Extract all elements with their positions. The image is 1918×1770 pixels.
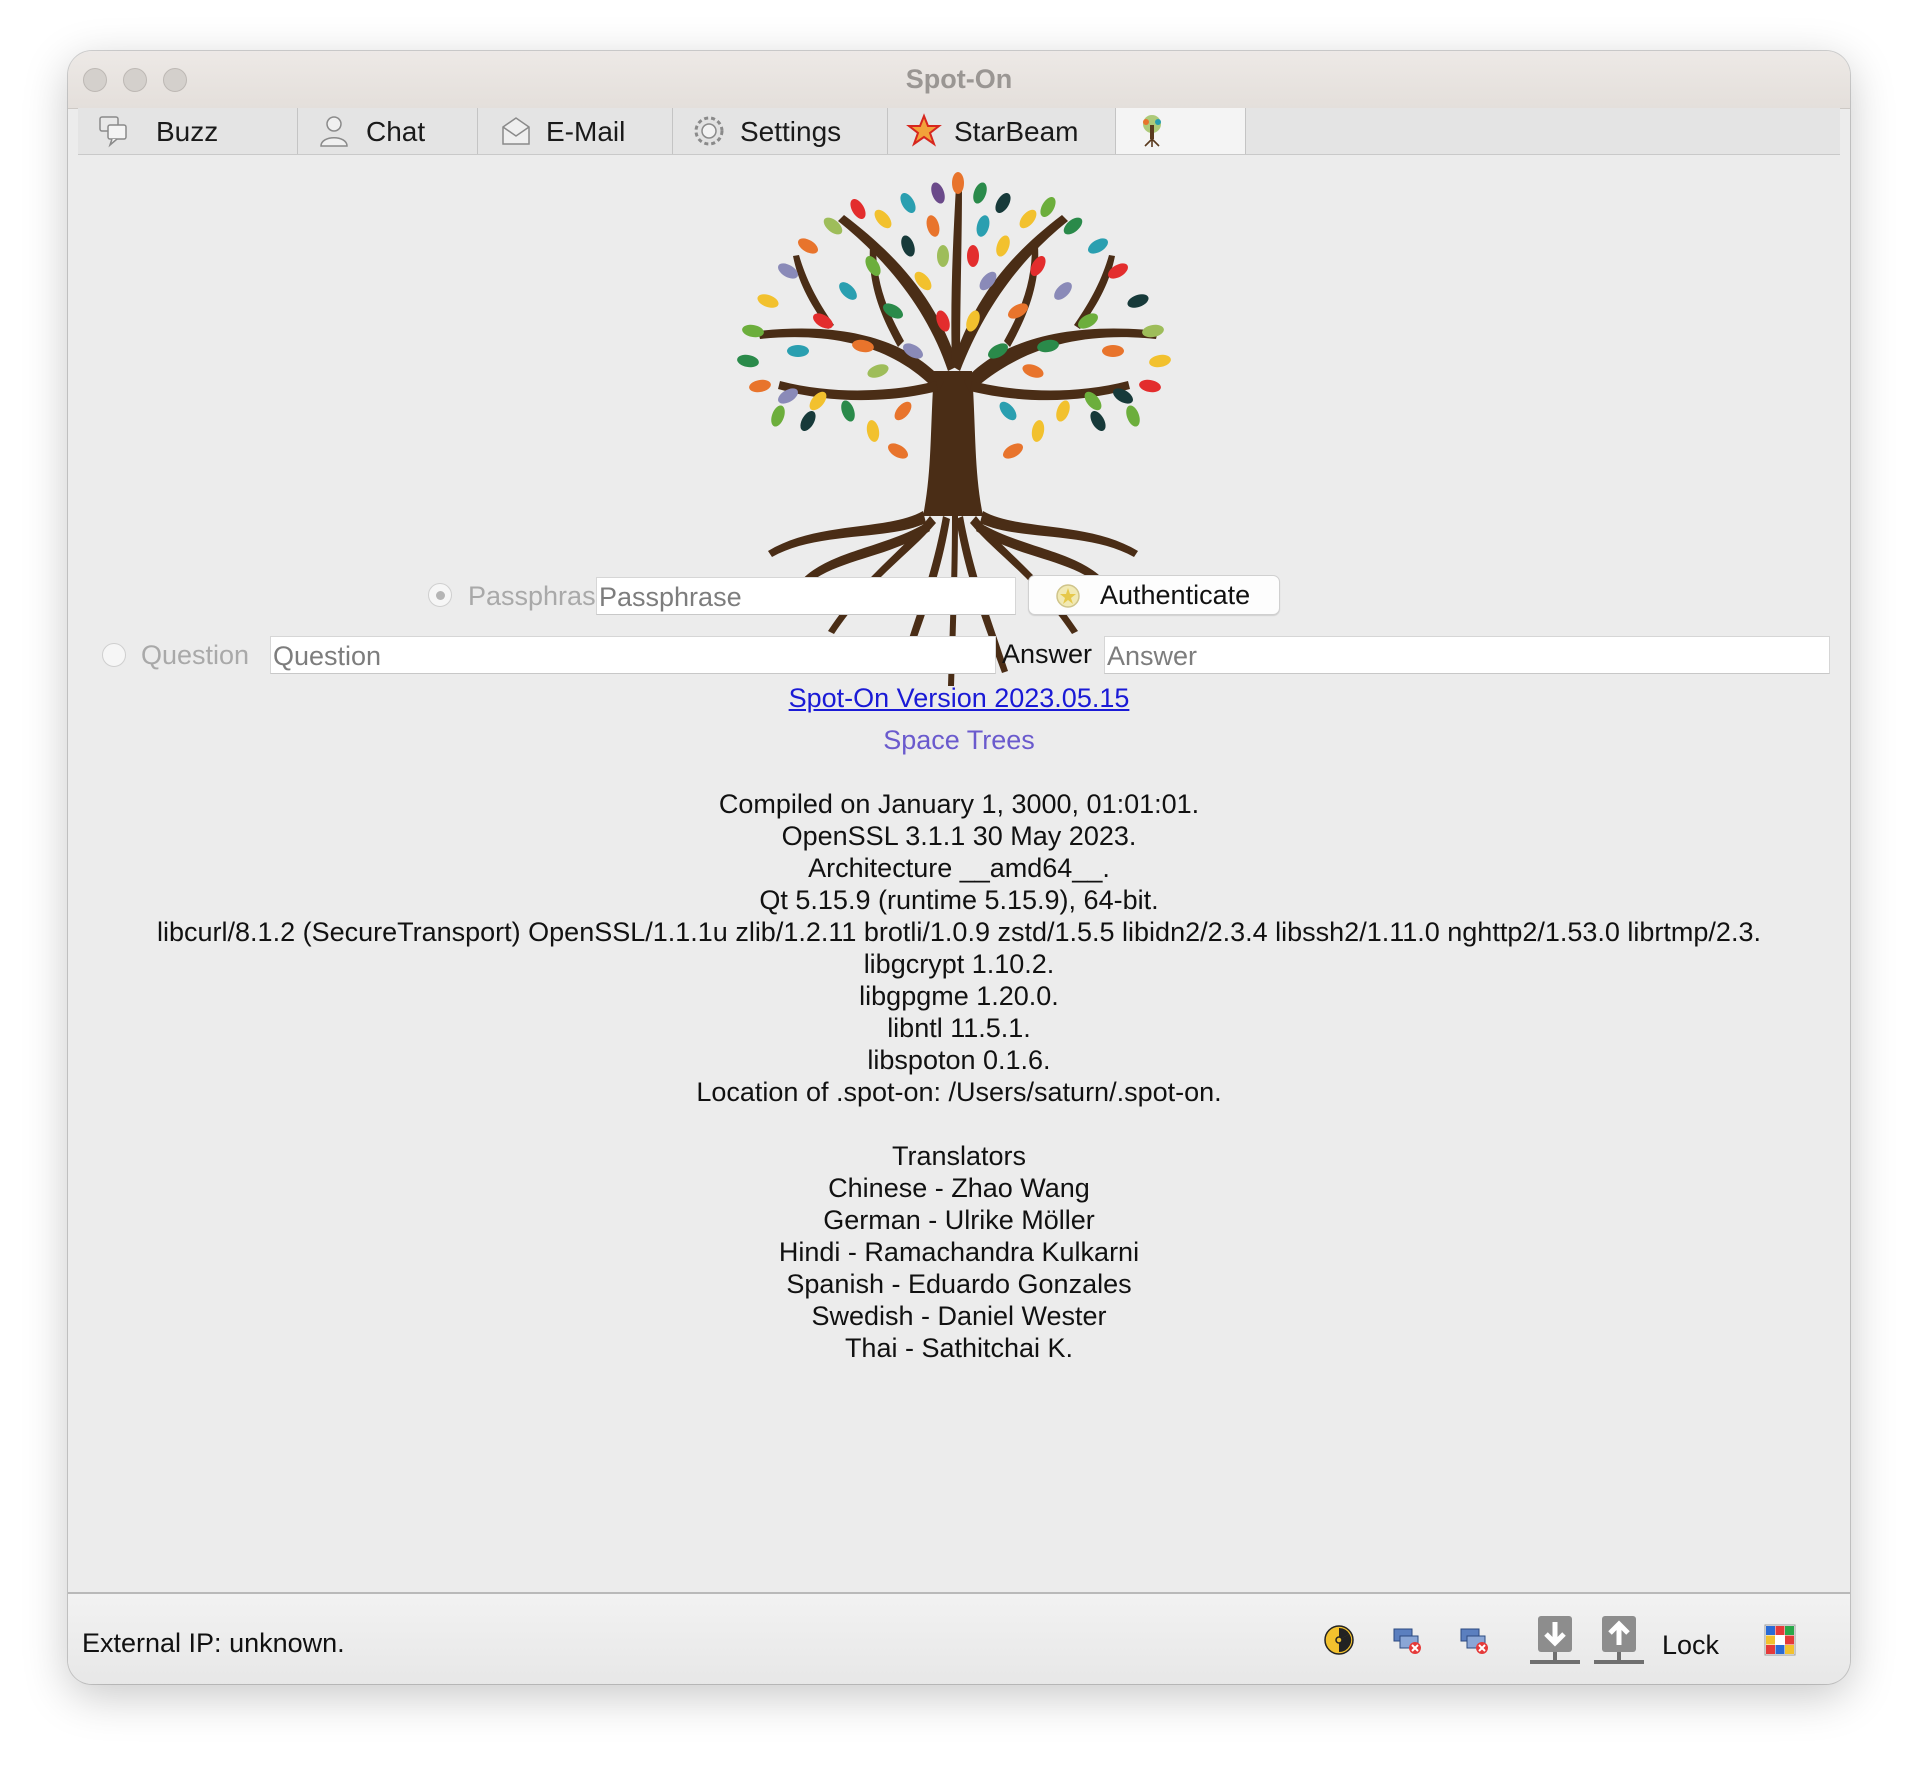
title-bar: Spot-On [68, 51, 1850, 109]
question-radio[interactable] [102, 643, 126, 667]
translator-line: Chinese - Zhao Wang [828, 1173, 1090, 1203]
build-line: libcurl/8.1.2 (SecureTransport) OpenSSL/… [157, 917, 1761, 947]
answer-input[interactable]: Answer [1104, 636, 1830, 674]
authenticate-button[interactable]: Authenticate [1028, 575, 1280, 615]
codename-label: Space Trees [883, 725, 1035, 755]
passphrase-input[interactable]: Passphrase [596, 577, 1016, 615]
authenticate-label: Authenticate [1100, 580, 1251, 610]
translators-block: Translators Chinese - Zhao Wang German -… [68, 1140, 1850, 1364]
passphrase-radio-label: Passphrase [468, 581, 611, 611]
translator-line: Hindi - Ramachandra Kulkarni [778, 1237, 1140, 1267]
translator-line: Thai - Sathitchai K. [844, 1333, 1074, 1363]
download-icon[interactable] [1528, 1614, 1582, 1668]
tab-buzz-label: Buzz [156, 116, 219, 147]
translator-line: Spanish - Eduardo Gonzales [786, 1269, 1132, 1299]
gear-icon [694, 116, 724, 146]
tab-email[interactable]: E-Mail [478, 108, 673, 154]
tab-settings[interactable]: Settings [673, 108, 888, 154]
build-line: Location of .spot-on: /Users/saturn/.spo… [696, 1077, 1222, 1107]
build-line: Qt 5.15.9 (runtime 5.15.9), 64-bit. [759, 885, 1159, 915]
question-radio-label: Question [141, 640, 250, 670]
envelope-icon [502, 117, 530, 145]
lock-button[interactable]: Lock [1662, 1630, 1719, 1661]
tab-settings-label: Settings [740, 116, 842, 147]
tab-chat[interactable]: Chat [298, 108, 478, 154]
build-line: Compiled on January 1, 3000, 01:01:01. [718, 789, 1200, 819]
translators-heading: Translators [891, 1141, 1027, 1171]
window-title: Spot-On [905, 64, 1013, 94]
build-line: libgpgme 1.20.0. [859, 981, 1059, 1011]
external-ip-label: External IP: unknown. [82, 1628, 345, 1658]
version-link[interactable]: Spot-On Version 2023.05.15 [789, 683, 1130, 713]
tree-icon [1143, 115, 1161, 147]
tab-about[interactable] [1116, 108, 1246, 154]
build-line: OpenSSL 3.1.1 30 May 2023. [781, 821, 1137, 851]
authenticate-icon [1056, 584, 1080, 608]
pop-a-tic-icon[interactable] [1764, 1624, 1796, 1656]
person-icon [320, 116, 348, 147]
version-block: Spot-On Version 2023.05.15 [68, 683, 1850, 714]
translator-line: German - Ulrike Möller [823, 1205, 1095, 1235]
answer-label: Answer [1002, 639, 1093, 669]
tab-starbeam[interactable]: StarBeam [888, 108, 1116, 154]
translator-line: Swedish - Daniel Wester [811, 1301, 1107, 1331]
tab-chat-label: Chat [366, 116, 426, 147]
buzz-icon [99, 116, 127, 148]
build-line: libgcrypt 1.10.2. [863, 949, 1055, 979]
tab-starbeam-label: StarBeam [954, 116, 1079, 147]
tab-bar: Buzz Chat E-Mail Settings StarBeam [78, 108, 1840, 155]
radiation-icon[interactable] [1323, 1624, 1355, 1656]
codename-block: Space Trees [68, 725, 1850, 756]
build-info: Compiled on January 1, 3000, 01:01:01. O… [68, 788, 1850, 1108]
passphrase-radio[interactable] [428, 583, 452, 607]
build-line: libntl 11.5.1. [887, 1013, 1031, 1043]
listeners-disconnected-icon[interactable] [1458, 1624, 1490, 1656]
tab-buzz[interactable]: Buzz [78, 108, 298, 154]
star-icon [906, 113, 942, 147]
neighbors-disconnected-icon[interactable] [1391, 1624, 1423, 1656]
build-line: Architecture __amd64__. [808, 853, 1110, 883]
tab-email-label: E-Mail [546, 116, 626, 147]
status-bar: External IP: unknown. Lock [68, 1592, 1850, 1684]
upload-icon[interactable] [1592, 1614, 1646, 1668]
main-window: Spot-On Buzz Chat E-Mail Settings StarBe… [68, 51, 1850, 1684]
build-line: libspoton 0.1.6. [867, 1045, 1051, 1075]
question-input[interactable]: Question [270, 636, 996, 674]
